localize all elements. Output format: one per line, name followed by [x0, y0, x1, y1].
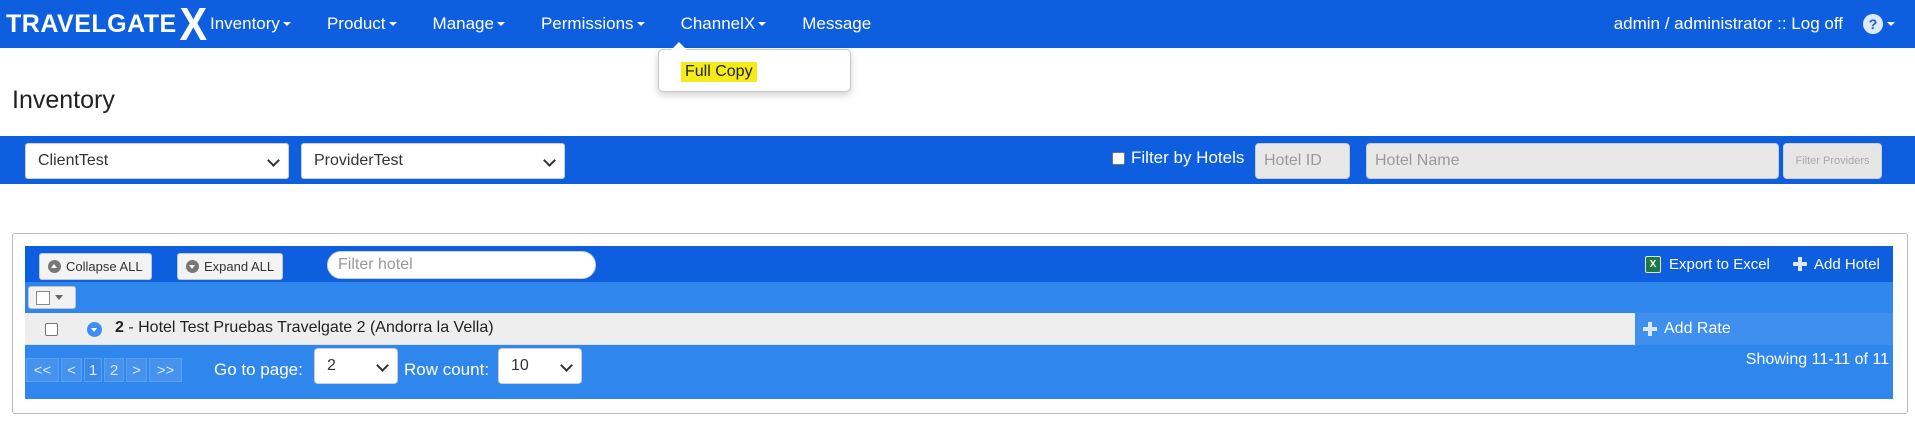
provider-select-value: ProviderTest — [314, 152, 403, 169]
row-count-label: Row count: — [404, 360, 490, 379]
hotel-name-placeholder: Hotel Name — [1375, 152, 1460, 169]
filter-providers-button[interactable]: Filter Providers — [1783, 143, 1882, 179]
caret-down-icon — [282, 22, 291, 26]
nav-permissions-label: Permissions — [540, 14, 634, 33]
filter-by-hotels-checkbox[interactable] — [1112, 151, 1125, 165]
hotel-description: - Hotel Test Pruebas Travelgate 2 (Andor… — [123, 319, 494, 336]
client-select-value: ClientTest — [38, 152, 109, 169]
filter-bar: ClientTest ProviderTest Filter by Hotels… — [0, 136, 1915, 184]
go-to-page-value: 2 — [327, 357, 336, 374]
filter-hotel-placeholder: Filter hotel — [338, 256, 413, 273]
excel-icon: X — [1645, 255, 1661, 273]
hotel-name-cell: 2 - Hotel Test Pruebas Travelgate 2 (And… — [115, 319, 494, 337]
page-first-button[interactable]: << — [26, 358, 59, 382]
nav-inventory-label: Inventory — [210, 14, 280, 33]
page-last-button[interactable]: >> — [149, 358, 182, 382]
top-navbar: TRAVELGATE X Inventory Product Manage Pe… — [0, 0, 1915, 48]
caret-down-icon — [388, 22, 397, 26]
page-2-button[interactable]: 2 — [104, 358, 124, 382]
chevron-down-icon — [376, 359, 389, 372]
expand-row-icon[interactable] — [87, 322, 102, 337]
nav-product-label: Product — [326, 14, 386, 33]
table-row: 2 - Hotel Test Pruebas Travelgate 2 (And… — [25, 313, 1893, 345]
menu-item-full-copy[interactable]: Full Copy — [681, 62, 757, 82]
go-to-page-select[interactable]: 2 — [314, 348, 398, 384]
collapse-icon — [48, 260, 61, 273]
chevron-down-icon — [267, 154, 280, 167]
hotel-id-placeholder: Hotel ID — [1264, 152, 1322, 169]
nav-message-label: Message — [802, 14, 872, 33]
nav-manage-label: Manage — [432, 14, 494, 33]
add-hotel-button[interactable]: Add Hotel — [1787, 250, 1886, 278]
nav-permissions[interactable]: Permissions — [541, 14, 645, 34]
client-select[interactable]: ClientTest — [25, 143, 289, 179]
nav-product[interactable]: Product — [327, 14, 397, 34]
filter-providers-label: Filter Providers — [1795, 155, 1870, 167]
nav-channelx[interactable]: ChannelX — [681, 14, 767, 34]
select-all-dropdown[interactable] — [28, 286, 76, 309]
collapse-all-label: Collapse ALL — [66, 259, 143, 274]
expand-all-label: Expand ALL — [204, 259, 275, 274]
caret-down-icon — [636, 22, 645, 26]
showing-count: Showing 11-11 of 11 — [1745, 351, 1889, 368]
nav-inventory[interactable]: Inventory — [210, 14, 291, 34]
page-prev-button[interactable]: < — [61, 358, 82, 382]
dropdown-pointer — [671, 42, 687, 50]
hotel-id-input[interactable]: Hotel ID — [1255, 143, 1350, 179]
nav-manage[interactable]: Manage — [433, 14, 505, 34]
page-title: Inventory — [12, 86, 115, 114]
plus-icon — [1643, 322, 1657, 336]
chevron-down-icon — [560, 359, 573, 372]
export-excel-label: Export to Excel — [1669, 255, 1770, 273]
caret-down-icon — [55, 295, 63, 300]
nav-message[interactable]: Message — [802, 14, 871, 34]
plus-icon — [1793, 257, 1807, 271]
logo-text: TRAVELGATE — [6, 9, 177, 38]
channelx-dropdown-menu: Full Copy — [658, 42, 851, 92]
caret-down-icon — [496, 22, 505, 26]
chevron-down-icon — [543, 154, 556, 167]
nav-channelx-label: ChannelX — [680, 14, 756, 33]
select-all-checkbox[interactable] — [36, 290, 50, 305]
row-checkbox[interactable] — [45, 323, 58, 336]
main-menu: Inventory Product Manage Permissions Cha… — [210, 0, 907, 48]
user-area: admin / administrator :: Log off ? — [1614, 0, 1895, 48]
go-to-page-label: Go to page: — [214, 360, 303, 379]
page-1-button[interactable]: 1 — [84, 358, 102, 382]
add-rate-label: Add Rate — [1664, 320, 1731, 337]
caret-down-icon — [758, 22, 767, 26]
hotel-id: 2 — [115, 319, 124, 336]
expand-all-button[interactable]: Expand ALL — [177, 253, 284, 280]
collapse-all-button[interactable]: Collapse ALL — [39, 253, 152, 280]
page-next-button[interactable]: > — [126, 358, 147, 382]
filter-by-hotels-toggle[interactable]: Filter by Hotels — [1112, 148, 1244, 168]
provider-select[interactable]: ProviderTest — [301, 143, 565, 179]
travelgatex-logo[interactable]: TRAVELGATE X — [6, 0, 208, 50]
help-icon[interactable]: ? — [1863, 14, 1883, 34]
grid-toolbar: Collapse ALL Expand ALL Filter hotel X E… — [25, 246, 1893, 282]
caret-down-icon[interactable] — [1887, 22, 1895, 26]
hotel-name-input[interactable]: Hotel Name — [1366, 143, 1779, 179]
filter-hotel-input[interactable]: Filter hotel — [327, 251, 596, 279]
user-logoff-link[interactable]: admin / administrator :: Log off — [1614, 14, 1843, 34]
row-count-value: 10 — [511, 357, 529, 374]
pagination-bar: << < 1 2 > >> Go to page: 2 Row count: 1… — [25, 345, 1893, 399]
add-rate-button[interactable]: Add Rate — [1635, 313, 1893, 345]
expand-icon — [186, 260, 199, 273]
filter-by-hotels-label: Filter by Hotels — [1131, 148, 1245, 167]
select-all-row — [25, 282, 1893, 313]
row-count-select[interactable]: 10 — [498, 348, 582, 384]
export-excel-button[interactable]: X Export to Excel — [1639, 250, 1776, 278]
logo-x-mark: X — [179, 0, 207, 50]
add-hotel-label: Add Hotel — [1814, 255, 1880, 273]
